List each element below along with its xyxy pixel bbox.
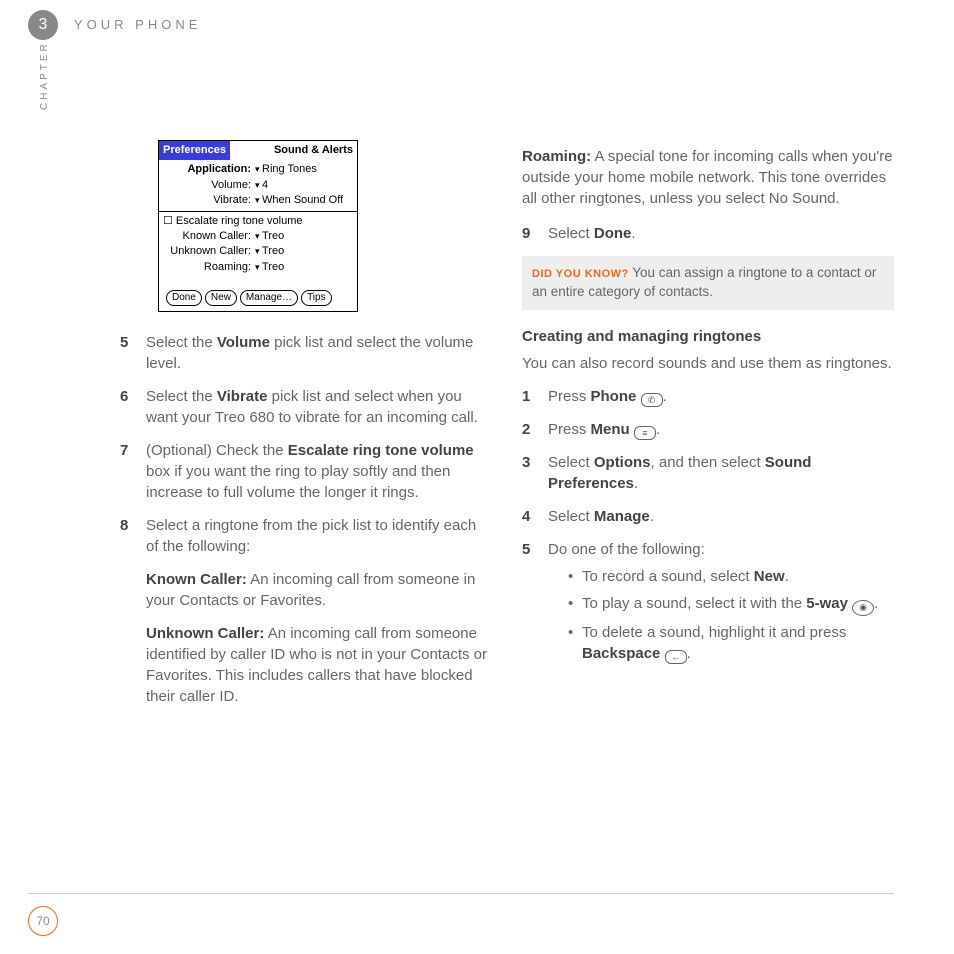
prefs-row: Volume: 4 <box>163 178 353 193</box>
prefs-tab: Preferences <box>159 141 230 160</box>
prefs-row: Unknown Caller:Treo <box>163 244 353 259</box>
instruction-step: 8 Select a ringtone from the pick list t… <box>120 515 492 557</box>
prefs-row: Application: Ring Tones <box>163 162 353 177</box>
phone-icon: ✆ <box>641 393 663 407</box>
footer-rule <box>28 893 894 894</box>
instruction-step: 3 Select Options, and then select Sound … <box>522 452 894 494</box>
prefs-button: Manage… <box>240 290 298 306</box>
prefs-button: Done <box>166 290 202 306</box>
prefs-row: Roaming:Treo <box>163 260 353 275</box>
instruction-step: 6 Select the Vibrate pick list and selec… <box>120 386 492 428</box>
backspace-icon: ← <box>665 650 687 664</box>
bullet-item: To play a sound, select it with the 5-wa… <box>568 593 894 615</box>
preferences-screenshot: Preferences Sound & Alerts Application: … <box>158 140 358 312</box>
right-column: Roaming: A special tone for incoming cal… <box>522 140 894 719</box>
page-header: 3 YOUR PHONE <box>28 10 201 40</box>
step-9: 9 Select Done. <box>522 223 894 244</box>
instruction-step: 1 Press Phone ✆. <box>522 386 894 407</box>
instruction-step: 5 Select the Volume pick list and select… <box>120 332 492 374</box>
chapter-side-label: CHAPTER <box>38 41 52 110</box>
section-intro: You can also record sounds and use them … <box>522 353 894 374</box>
5way-icon: ◉ <box>852 600 874 616</box>
prefs-category: Sound & Alerts <box>230 141 357 160</box>
page-number: 70 <box>28 906 58 936</box>
caller-def: Known Caller: An incoming call from some… <box>146 569 492 611</box>
bullet-item: To delete a sound, highlight it and pres… <box>568 622 894 664</box>
prefs-row: Vibrate: When Sound Off <box>163 193 353 208</box>
bullet-list: To record a sound, select New. To play a … <box>568 566 894 664</box>
callout-lead: DID YOU KNOW? <box>532 268 629 280</box>
prefs-row: Known Caller:Treo <box>163 229 353 244</box>
header-title: YOUR PHONE <box>74 16 201 34</box>
bullet-item: To record a sound, select New. <box>568 566 894 587</box>
caller-def: Unknown Caller: An incoming call from so… <box>146 623 492 707</box>
instruction-step: 4 Select Manage. <box>522 506 894 527</box>
instruction-step: 2 Press Menu ≡. <box>522 419 894 440</box>
left-column: Preferences Sound & Alerts Application: … <box>120 140 492 719</box>
roaming-def: Roaming: A special tone for incoming cal… <box>522 146 894 209</box>
instruction-step: 7 (Optional) Check the Escalate ring ton… <box>120 440 492 503</box>
prefs-button: New <box>205 290 237 306</box>
section-heading: Creating and managing ringtones <box>522 326 894 347</box>
escalate-checkbox: Escalate ring tone volume <box>163 214 353 229</box>
menu-icon: ≡ <box>634 426 656 440</box>
prefs-button: Tips <box>301 290 332 306</box>
content: Preferences Sound & Alerts Application: … <box>120 140 894 719</box>
chapter-badge: 3 <box>28 10 58 40</box>
instruction-step: 5 Do one of the following:To record a so… <box>522 539 894 670</box>
did-you-know-callout: DID YOU KNOW? You can assign a ringtone … <box>522 256 894 310</box>
